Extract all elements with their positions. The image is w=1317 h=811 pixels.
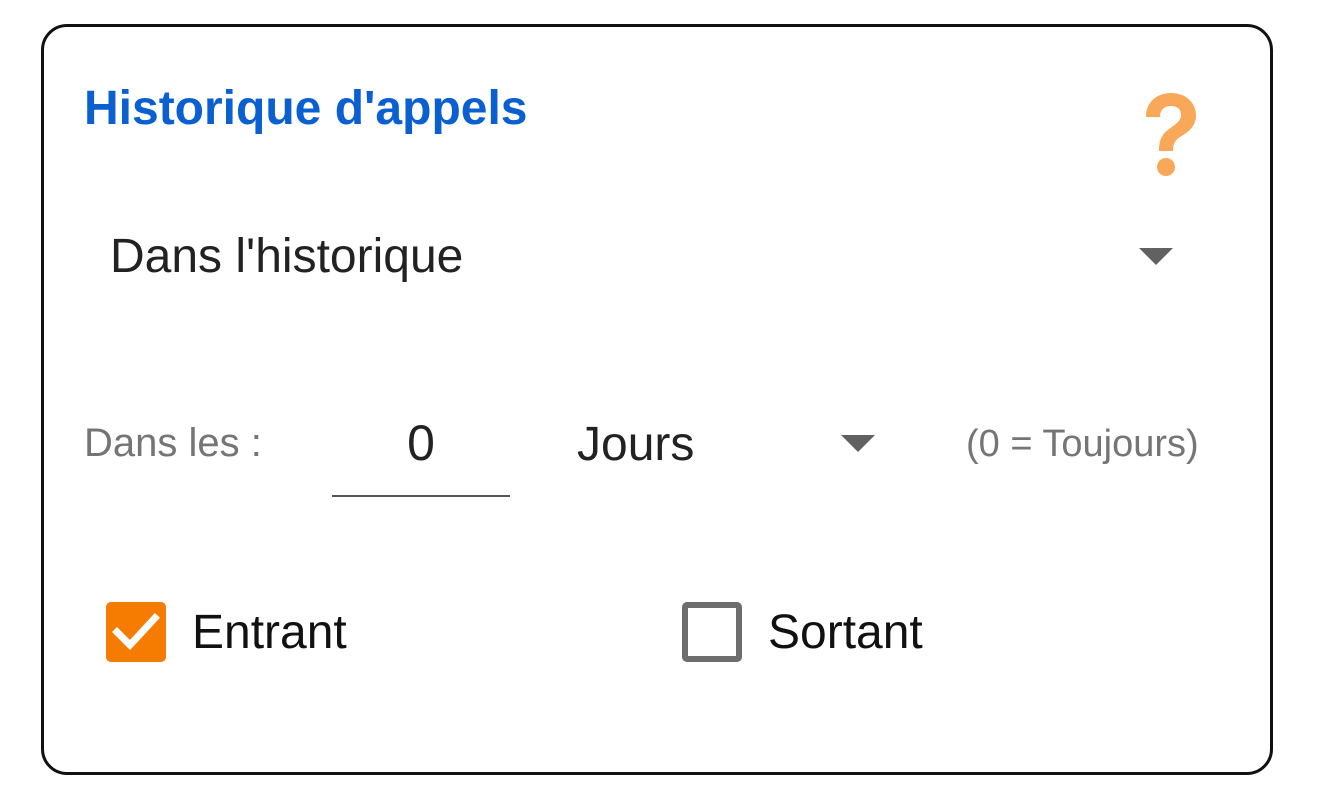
history-source-value: Dans l'historique — [110, 230, 464, 283]
incoming-checkbox[interactable] — [106, 602, 166, 662]
period-label: Dans les : — [84, 421, 262, 465]
period-days-input[interactable]: 0 — [332, 407, 510, 497]
period-unit-select[interactable]: Jours — [577, 411, 887, 481]
history-source-select[interactable]: Dans l'historique — [110, 215, 1190, 295]
outgoing-checkbox[interactable] — [682, 602, 742, 662]
dropdown-caret-icon — [841, 435, 875, 452]
panel-title: Historique d'appels — [84, 82, 528, 135]
dropdown-caret-icon — [1139, 248, 1173, 265]
incoming-label: Entrant — [192, 606, 347, 659]
period-unit-value: Jours — [577, 418, 695, 471]
question-mark-icon[interactable] — [1136, 89, 1204, 179]
call-history-card: Historique d'appels Dans l'historique Da… — [41, 24, 1273, 775]
checkmark-icon — [112, 613, 160, 651]
period-hint: (0 = Toujours) — [966, 423, 1199, 465]
outgoing-label: Sortant — [768, 606, 923, 659]
